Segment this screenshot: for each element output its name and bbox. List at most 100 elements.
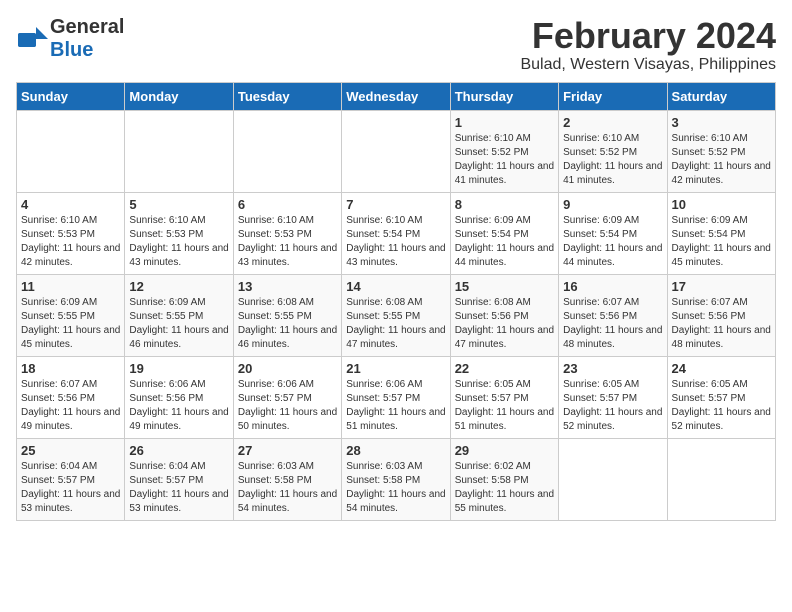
calendar-cell: 26 Sunrise: 6:04 AMSunset: 5:57 PMDayligh… <box>125 438 233 520</box>
header-day-friday: Friday <box>559 82 667 110</box>
calendar-cell: 11 Sunrise: 6:09 AMSunset: 5:55 PMDayligh… <box>17 274 125 356</box>
day-info: Sunrise: 6:06 AMSunset: 5:56 PMDaylight:… <box>129 378 228 434</box>
day-info: Sunrise: 6:07 AMSunset: 5:56 PMDaylight:… <box>672 296 771 352</box>
day-info: Sunrise: 6:03 AMSunset: 5:58 PMDaylight:… <box>238 460 337 516</box>
page-subtitle: Bulad, Western Visayas, Philippines <box>520 56 776 74</box>
day-info: Sunrise: 6:10 AMSunset: 5:53 PMDaylight:… <box>129 214 228 270</box>
day-info: Sunrise: 6:09 AMSunset: 5:55 PMDaylight:… <box>21 296 120 352</box>
day-number: 25 <box>21 443 120 458</box>
calendar-cell: 6 Sunrise: 6:10 AMSunset: 5:53 PMDaylight… <box>233 192 341 274</box>
calendar-cell: 18 Sunrise: 6:07 AMSunset: 5:56 PMDayligh… <box>17 356 125 438</box>
calendar-cell: 3 Sunrise: 6:10 AMSunset: 5:52 PMDaylight… <box>667 110 775 192</box>
day-info: Sunrise: 6:08 AMSunset: 5:55 PMDaylight:… <box>346 296 445 352</box>
calendar-cell: 4 Sunrise: 6:10 AMSunset: 5:53 PMDaylight… <box>17 192 125 274</box>
logo-icon <box>16 23 48 55</box>
calendar-cell: 20 Sunrise: 6:06 AMSunset: 5:57 PMDayligh… <box>233 356 341 438</box>
calendar-cell: 19Sunrise: 6:06 AMSunset: 5:56 PMDayligh… <box>125 356 233 438</box>
calendar-cell: 13 Sunrise: 6:08 AMSunset: 5:55 PMDayligh… <box>233 274 341 356</box>
day-number: 29 <box>455 443 554 458</box>
week-row-1: 4 Sunrise: 6:10 AMSunset: 5:53 PMDaylight… <box>17 192 776 274</box>
day-number: 15 <box>455 279 554 294</box>
day-info: Sunrise: 6:10 AMSunset: 5:52 PMDaylight:… <box>672 132 771 188</box>
calendar-cell: 24 Sunrise: 6:05 AMSunset: 5:57 PMDayligh… <box>667 356 775 438</box>
calendar-cell: 5 Sunrise: 6:10 AMSunset: 5:53 PMDaylight… <box>125 192 233 274</box>
calendar-cell: 16 Sunrise: 6:07 AMSunset: 5:56 PMDayligh… <box>559 274 667 356</box>
day-number: 20 <box>238 361 337 376</box>
calendar-cell: 22 Sunrise: 6:05 AMSunset: 5:57 PMDayligh… <box>450 356 558 438</box>
day-number: 24 <box>672 361 771 376</box>
day-number: 17 <box>672 279 771 294</box>
calendar-cell: 27 Sunrise: 6:03 AMSunset: 5:58 PMDayligh… <box>233 438 341 520</box>
calendar-cell <box>125 110 233 192</box>
day-info: Sunrise: 6:10 AMSunset: 5:54 PMDaylight:… <box>346 214 445 270</box>
day-number: 27 <box>238 443 337 458</box>
calendar-cell: 9Sunrise: 6:09 AMSunset: 5:54 PMDaylight… <box>559 192 667 274</box>
day-number: 3 <box>672 115 771 130</box>
day-number: 26 <box>129 443 228 458</box>
week-row-3: 18 Sunrise: 6:07 AMSunset: 5:56 PMDayligh… <box>17 356 776 438</box>
day-number: 2 <box>563 115 662 130</box>
logo: General Blue <box>16 16 124 62</box>
day-info: Sunrise: 6:05 AMSunset: 5:57 PMDaylight:… <box>455 378 554 434</box>
day-number: 1 <box>455 115 554 130</box>
calendar-cell: 28 Sunrise: 6:03 AMSunset: 5:58 PMDayligh… <box>342 438 450 520</box>
header-day-monday: Monday <box>125 82 233 110</box>
header-day-sunday: Sunday <box>17 82 125 110</box>
day-info: Sunrise: 6:08 AMSunset: 5:55 PMDaylight:… <box>238 296 337 352</box>
day-info: Sunrise: 6:09 AMSunset: 5:54 PMDaylight:… <box>455 214 554 270</box>
day-number: 23 <box>563 361 662 376</box>
calendar-cell: 21Sunrise: 6:06 AMSunset: 5:57 PMDayligh… <box>342 356 450 438</box>
day-number: 22 <box>455 361 554 376</box>
day-info: Sunrise: 6:05 AMSunset: 5:57 PMDaylight:… <box>563 378 662 434</box>
day-number: 16 <box>563 279 662 294</box>
header-row: SundayMondayTuesdayWednesdayThursdayFrid… <box>17 82 776 110</box>
header-day-wednesday: Wednesday <box>342 82 450 110</box>
calendar-cell: 17 Sunrise: 6:07 AMSunset: 5:56 PMDayligh… <box>667 274 775 356</box>
header-day-tuesday: Tuesday <box>233 82 341 110</box>
calendar-cell: 15 Sunrise: 6:08 AMSunset: 5:56 PMDayligh… <box>450 274 558 356</box>
calendar-cell <box>667 438 775 520</box>
day-info: Sunrise: 6:03 AMSunset: 5:58 PMDaylight:… <box>346 460 445 516</box>
day-info: Sunrise: 6:05 AMSunset: 5:57 PMDaylight:… <box>672 378 771 434</box>
calendar-cell: 29 Sunrise: 6:02 AMSunset: 5:58 PMDayligh… <box>450 438 558 520</box>
week-row-4: 25 Sunrise: 6:04 AMSunset: 5:57 PMDayligh… <box>17 438 776 520</box>
calendar-body: 1 Sunrise: 6:10 AMSunset: 5:52 PMDaylight… <box>17 110 776 520</box>
calendar-cell: 25 Sunrise: 6:04 AMSunset: 5:57 PMDayligh… <box>17 438 125 520</box>
week-row-0: 1 Sunrise: 6:10 AMSunset: 5:52 PMDaylight… <box>17 110 776 192</box>
day-number: 18 <box>21 361 120 376</box>
day-info: Sunrise: 6:08 AMSunset: 5:56 PMDaylight:… <box>455 296 554 352</box>
logo-line1: General <box>50 16 124 39</box>
day-number: 7 <box>346 197 445 212</box>
day-number: 5 <box>129 197 228 212</box>
day-info: Sunrise: 6:07 AMSunset: 5:56 PMDaylight:… <box>563 296 662 352</box>
calendar-cell <box>233 110 341 192</box>
calendar-cell: 10Sunrise: 6:09 AMSunset: 5:54 PMDayligh… <box>667 192 775 274</box>
day-info: Sunrise: 6:06 AMSunset: 5:57 PMDaylight:… <box>238 378 337 434</box>
day-info: Sunrise: 6:04 AMSunset: 5:57 PMDaylight:… <box>129 460 228 516</box>
day-info: Sunrise: 6:04 AMSunset: 5:57 PMDaylight:… <box>21 460 120 516</box>
day-info: Sunrise: 6:10 AMSunset: 5:52 PMDaylight:… <box>455 132 554 188</box>
day-number: 10 <box>672 197 771 212</box>
day-number: 9 <box>563 197 662 212</box>
calendar-cell: 14Sunrise: 6:08 AMSunset: 5:55 PMDayligh… <box>342 274 450 356</box>
day-info: Sunrise: 6:07 AMSunset: 5:56 PMDaylight:… <box>21 378 120 434</box>
day-info: Sunrise: 6:10 AMSunset: 5:52 PMDaylight:… <box>563 132 662 188</box>
title-area: February 2024 Bulad, Western Visayas, Ph… <box>520 16 776 74</box>
day-number: 6 <box>238 197 337 212</box>
day-number: 13 <box>238 279 337 294</box>
day-number: 8 <box>455 197 554 212</box>
day-number: 4 <box>21 197 120 212</box>
day-number: 28 <box>346 443 445 458</box>
day-number: 11 <box>21 279 120 294</box>
page-title: February 2024 <box>520 16 776 56</box>
day-info: Sunrise: 6:10 AMSunset: 5:53 PMDaylight:… <box>21 214 120 270</box>
day-number: 12 <box>129 279 228 294</box>
calendar-cell: 23 Sunrise: 6:05 AMSunset: 5:57 PMDayligh… <box>559 356 667 438</box>
calendar-cell: 12Sunrise: 6:09 AMSunset: 5:55 PMDayligh… <box>125 274 233 356</box>
calendar-cell: 7 Sunrise: 6:10 AMSunset: 5:54 PMDaylight… <box>342 192 450 274</box>
calendar-cell <box>559 438 667 520</box>
day-info: Sunrise: 6:02 AMSunset: 5:58 PMDaylight:… <box>455 460 554 516</box>
header-day-saturday: Saturday <box>667 82 775 110</box>
day-info: Sunrise: 6:10 AMSunset: 5:53 PMDaylight:… <box>238 214 337 270</box>
week-row-2: 11 Sunrise: 6:09 AMSunset: 5:55 PMDayligh… <box>17 274 776 356</box>
